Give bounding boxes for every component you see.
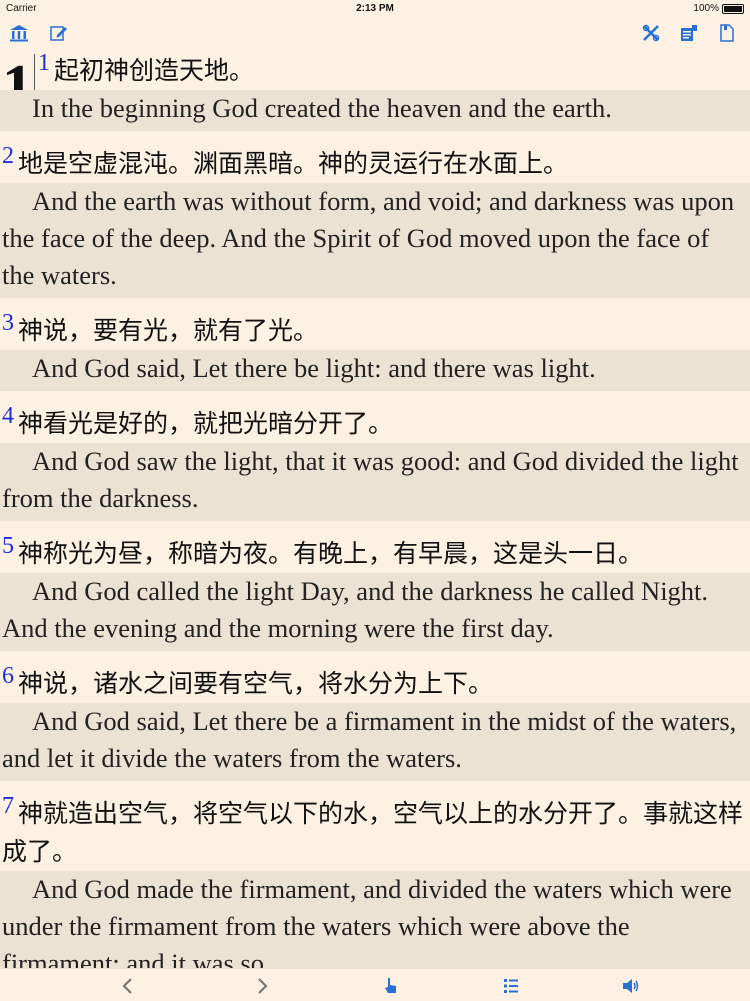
verse-english: And God said, Let there be light: and th… bbox=[0, 350, 750, 391]
verse-english: And God said, Let there be a firmament i… bbox=[0, 703, 750, 781]
bookmark-icon[interactable] bbox=[716, 22, 738, 44]
verse-english: And God saw the light, that it was good:… bbox=[0, 443, 750, 521]
verse-english: And the earth was without form, and void… bbox=[0, 183, 750, 298]
verse-number: 2 bbox=[2, 143, 14, 169]
verse-chinese-text: 起初神创造天地。 bbox=[54, 56, 255, 85]
verse-chinese: 3 神说，要有光，就有了光。 bbox=[0, 310, 750, 350]
verse-number: 5 bbox=[2, 533, 14, 559]
verse-chinese-text: 神说，诸水之间要有空气，将水分为上下。 bbox=[18, 669, 494, 698]
verse-4[interactable]: 4 神看光是好的，就把光暗分开了。 And God saw the light, … bbox=[0, 391, 750, 521]
verse-number: 7 bbox=[2, 793, 14, 819]
verse-1[interactable]: 1 起初神创造天地。 In the beginning God created t… bbox=[0, 46, 750, 131]
verse-chinese: 6 神说，诸水之间要有空气，将水分为上下。 bbox=[0, 663, 750, 703]
verse-number: 3 bbox=[2, 310, 14, 336]
edit-icon[interactable] bbox=[48, 22, 70, 44]
verse-2[interactable]: 2 地是空虚混沌。渊面黑暗。神的灵运行在水面上。 And the earth wa… bbox=[0, 131, 750, 298]
list-icon[interactable] bbox=[500, 975, 522, 997]
bible-text: 1 1 起初神创造天地。 In the beginning God created… bbox=[0, 46, 750, 968]
verse-chinese: 2 地是空虚混沌。渊面黑暗。神的灵运行在水面上。 bbox=[0, 143, 750, 183]
verse-chinese: 4 神看光是好的，就把光暗分开了。 bbox=[0, 403, 750, 443]
verse-number: 6 bbox=[2, 663, 14, 689]
verse-english: And God made the firmament, and divided … bbox=[0, 871, 750, 968]
verse-chinese: 5 神称光为昼，称暗为夜。有晚上，有早晨，这是头一日。 bbox=[0, 533, 750, 573]
top-toolbar bbox=[0, 18, 750, 46]
battery-icon bbox=[722, 3, 744, 14]
verse-3[interactable]: 3 神说，要有光，就有了光。 And God said, Let there be… bbox=[0, 298, 750, 391]
verse-5[interactable]: 5 神称光为昼，称暗为夜。有晚上，有早晨，这是头一日。 And God calle… bbox=[0, 521, 750, 651]
verse-chinese-text: 神称光为昼，称暗为夜。有晚上，有早晨，这是头一日。 bbox=[18, 539, 644, 568]
verse-chinese-text: 地是空虚混沌。渊面黑暗。神的灵运行在水面上。 bbox=[18, 149, 569, 178]
verse-chinese-text: 神看光是好的，就把光暗分开了。 bbox=[18, 409, 394, 438]
verse-7[interactable]: 7 神就造出空气，将空气以下的水，空气以上的水分开了。事就这样成了。 And Go… bbox=[0, 781, 750, 968]
library-icon[interactable] bbox=[8, 22, 30, 44]
battery-indicator: 100% bbox=[693, 3, 744, 14]
verse-chinese-text: 神就造出空气，将空气以下的水，空气以上的水分开了。事就这样成了。 bbox=[2, 799, 744, 866]
verse-english: And God called the light Day, and the da… bbox=[0, 573, 750, 651]
reading-mode-icon[interactable] bbox=[678, 22, 700, 44]
bottom-toolbar bbox=[0, 968, 750, 1001]
speaker-icon[interactable] bbox=[620, 975, 642, 997]
back-chevron-icon[interactable] bbox=[116, 975, 138, 997]
verse-english: In the beginning God created the heaven … bbox=[0, 90, 750, 131]
clock: 2:13 PM bbox=[356, 3, 394, 14]
tap-icon[interactable] bbox=[380, 975, 402, 997]
verse-number: 4 bbox=[2, 403, 14, 429]
verse-chinese-text: 神说，要有光，就有了光。 bbox=[18, 316, 319, 345]
verse-chinese: 1 起初神创造天地。 bbox=[0, 50, 750, 90]
status-bar: Carrier 2:13 PM 100% bbox=[0, 0, 750, 18]
verse-chinese: 7 神就造出空气，将空气以下的水，空气以上的水分开了。事就这样成了。 bbox=[0, 793, 750, 871]
battery-percent: 100% bbox=[693, 3, 719, 14]
verse-number: 1 bbox=[38, 50, 50, 76]
tools-icon[interactable] bbox=[640, 22, 662, 44]
forward-chevron-icon[interactable] bbox=[252, 975, 274, 997]
verse-6[interactable]: 6 神说，诸水之间要有空气，将水分为上下。 And God said, Let t… bbox=[0, 651, 750, 781]
